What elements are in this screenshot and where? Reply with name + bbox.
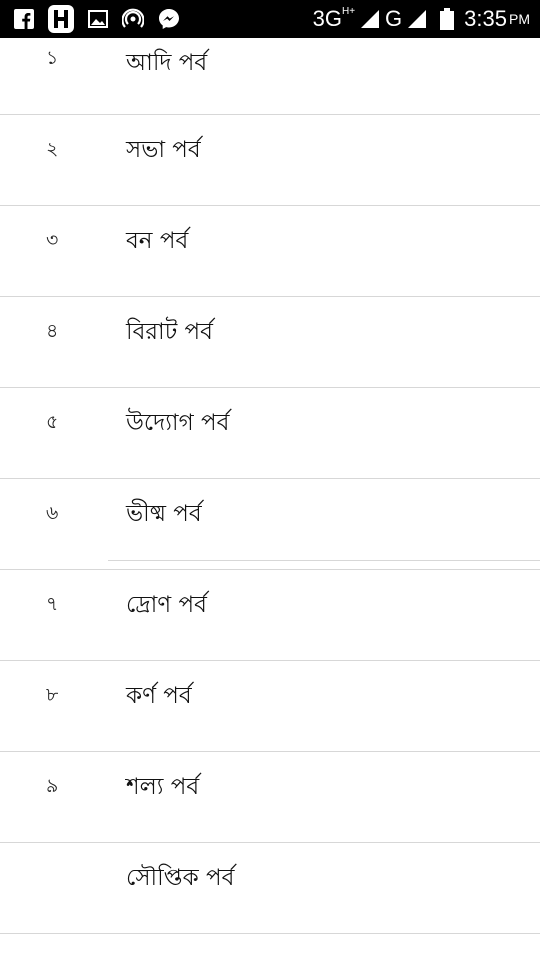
item-title: ভীষ্ম পর্ব [126,501,202,527]
item-title: উদ্যোগ পর্ব [126,410,230,436]
item-title: কর্ণ পর্ব [126,683,192,709]
list-item[interactable]: ৮ কর্ণ পর্ব [0,661,540,752]
list-item[interactable]: ৯ শল্য পর্ব [0,752,540,843]
facebook-icon [14,9,34,29]
signal-icon [361,10,380,28]
parva-list: ১ আদি পর্ব ২ সভা পর্ব ৩ বন পর্ব ৪ বিরাট … [0,38,540,934]
list-item[interactable]: সৌপ্তিক পর্ব [0,843,540,934]
item-title: বিরাট পর্ব [126,319,213,345]
network-type-1: 3G H+ [312,5,356,32]
item-number: ৩ [46,229,59,251]
list-item[interactable]: ২ সভা পর্ব [0,115,540,206]
item-title: শল্য পর্ব [126,774,200,800]
item-number: ৪ [46,320,59,342]
item-title: আদি পর্ব [126,50,208,76]
messenger-icon [158,8,180,30]
status-bar: 3G H+ G 3:35 PM [0,0,540,38]
list-item[interactable]: ৩ বন পর্ব [0,206,540,297]
list-item[interactable]: ৬ ভীষ্ম পর্ব [0,479,540,570]
list-item[interactable]: ৭ দ্রোণ পর্ব [0,570,540,661]
app-h-icon [48,5,74,33]
system-indicators: 3G H+ G 3:35 PM [307,6,530,32]
item-title: বন পর্ব [126,228,189,254]
list-item[interactable]: ৪ বিরাট পর্ব [0,297,540,388]
item-number: ৫ [46,411,59,433]
item-number: ৮ [46,684,59,706]
item-number: ১ [46,47,59,69]
item-title: দ্রোণ পর্ব [126,592,207,618]
list-item[interactable]: ৫ উদ্যোগ পর্ব [0,388,540,479]
item-title: সৌপ্তিক পর্ব [126,865,235,891]
notification-icons [14,5,194,33]
gallery-icon [88,10,108,28]
clock: 3:35 PM [464,6,530,31]
divider [108,560,540,561]
battery-icon [440,8,455,30]
signal-icon-2 [408,10,427,28]
item-number: ২ [46,138,59,160]
item-number: ৬ [46,502,59,524]
item-number: ৭ [46,593,59,615]
list-item[interactable]: ১ আদি পর্ব [0,38,540,115]
item-number: ৯ [46,775,59,797]
network-type-2: G [385,6,403,31]
item-title: সভা পর্ব [126,137,201,163]
hotspot-icon [122,8,144,30]
